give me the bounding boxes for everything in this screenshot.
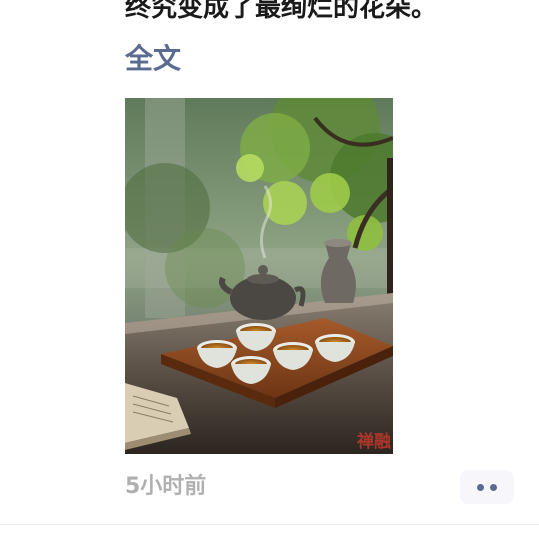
tea-set-illustration [125,98,393,454]
feed-post: 终究变成了最绚烂的花朵。 全文 禅融 5小时前 [0,0,539,539]
more-dots-icon [477,483,484,491]
post-divider [0,524,539,525]
more-options-button[interactable] [460,470,514,504]
image-watermark: 禅融 [357,432,391,452]
post-text-line: 终究变成了最绚烂的花朵。 [125,0,438,23]
post-image[interactable]: 禅融 [125,98,393,454]
full-text-link[interactable]: 全文 [125,40,181,78]
post-timestamp: 5小时前 [125,474,207,499]
more-dots-icon [490,483,497,491]
